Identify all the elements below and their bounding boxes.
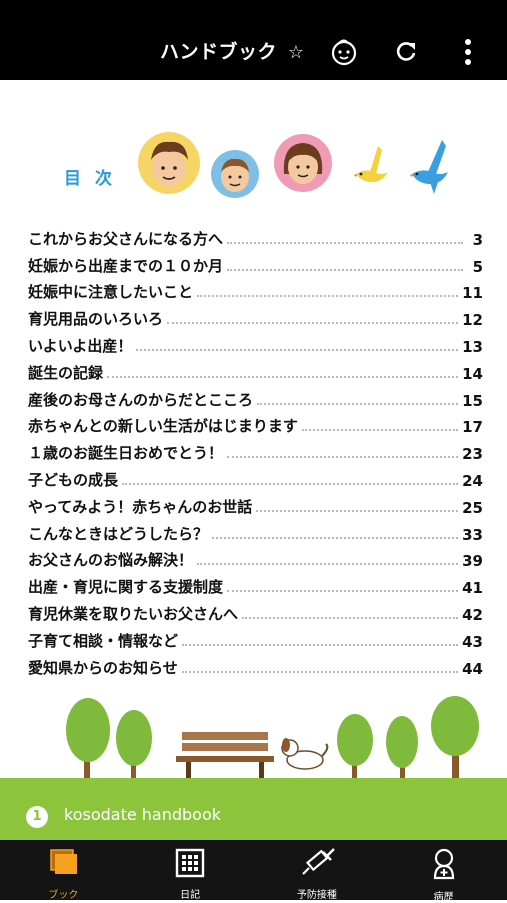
nav-book-label: ブック <box>48 890 79 901</box>
footer-band: 1 kosodate handbook <box>0 778 507 840</box>
toc-item[interactable]: １歳のお誕生日おめでとう！ 23 <box>28 436 483 463</box>
refresh-icon[interactable] <box>390 36 422 68</box>
toc-item[interactable]: 誕生の記録 14 <box>28 356 483 383</box>
toc-item[interactable]: 出産・育児に関する支援制度 41 <box>28 570 483 597</box>
toc-header: 目次 <box>0 128 507 208</box>
nav-vaccination-label: 予防接種 <box>296 890 337 901</box>
bottom-nav: ブック 日記 予防接種 病歴 <box>0 840 507 903</box>
yellow-bird-illustration <box>352 144 392 196</box>
calendar-icon <box>175 848 205 882</box>
book-icon <box>46 848 80 882</box>
medical-history-icon <box>429 848 459 884</box>
more-menu-icon[interactable] <box>452 36 484 68</box>
toc-item[interactable]: 子どもの成長 24 <box>28 463 483 490</box>
mother-face-illustration <box>274 134 332 192</box>
baby-face-icon[interactable] <box>328 36 360 68</box>
nav-book[interactable]: ブック <box>0 840 127 901</box>
toc-item[interactable]: いよいよ出産！ 13 <box>28 329 483 356</box>
toc-item[interactable]: 産後のお母さんのからだとこころ 15 <box>28 383 483 410</box>
nav-diary-label: 日記 <box>180 890 201 901</box>
toc-item[interactable]: 妊娠中に注意したいこと 11 <box>28 276 483 302</box>
toc-item[interactable]: 子育て相談・情報など 43 <box>28 624 483 651</box>
toc-item[interactable]: こんなときはどうしたら？ 33 <box>28 517 483 544</box>
toc-item[interactable]: 育児用品のいろいろ 12 <box>28 302 483 329</box>
favorite-star-icon[interactable]: ☆ <box>280 36 312 68</box>
toc-item[interactable]: これからお父さんになる方へ 3 <box>28 222 483 249</box>
toc-item[interactable]: 赤ちゃんとの新しい生活がはじまります 17 <box>28 410 483 436</box>
nav-medical-history[interactable]: 病歴 <box>380 840 507 903</box>
syringe-icon <box>297 848 337 882</box>
page-title: ハンドブック <box>160 41 278 63</box>
top-bar: ハンドブック ☆ <box>0 0 507 80</box>
park-scene-illustration <box>0 690 507 790</box>
toc-item[interactable]: やってみよう！赤ちゃんのお世話 25 <box>28 490 483 517</box>
nav-vaccination[interactable]: 予防接種 <box>254 840 381 901</box>
toc-item[interactable]: 愛知県からのお知らせ 44 <box>28 651 483 678</box>
father-face-illustration <box>138 132 200 194</box>
toc-heading: 目次 <box>64 169 126 189</box>
toc-item[interactable]: 育児休業を取りたいお父さんへ 42 <box>28 597 483 624</box>
toc-item[interactable]: お父さんのお悩み解決！ 39 <box>28 544 483 570</box>
blue-bird-illustration <box>408 138 452 200</box>
toc-item[interactable]: 妊娠から出産までの１０か月 5 <box>28 249 483 276</box>
child-face-illustration <box>211 150 259 198</box>
nav-medical-history-label: 病歴 <box>433 892 454 903</box>
toc-list: これからお父さんになる方へ 3 妊娠から出産までの１０か月 5 妊娠中に注意したいこ… <box>28 222 483 678</box>
handbook-caption: kosodate handbook <box>64 805 222 824</box>
nav-diary[interactable]: 日記 <box>127 840 254 901</box>
page-number-badge: 1 <box>26 806 48 828</box>
